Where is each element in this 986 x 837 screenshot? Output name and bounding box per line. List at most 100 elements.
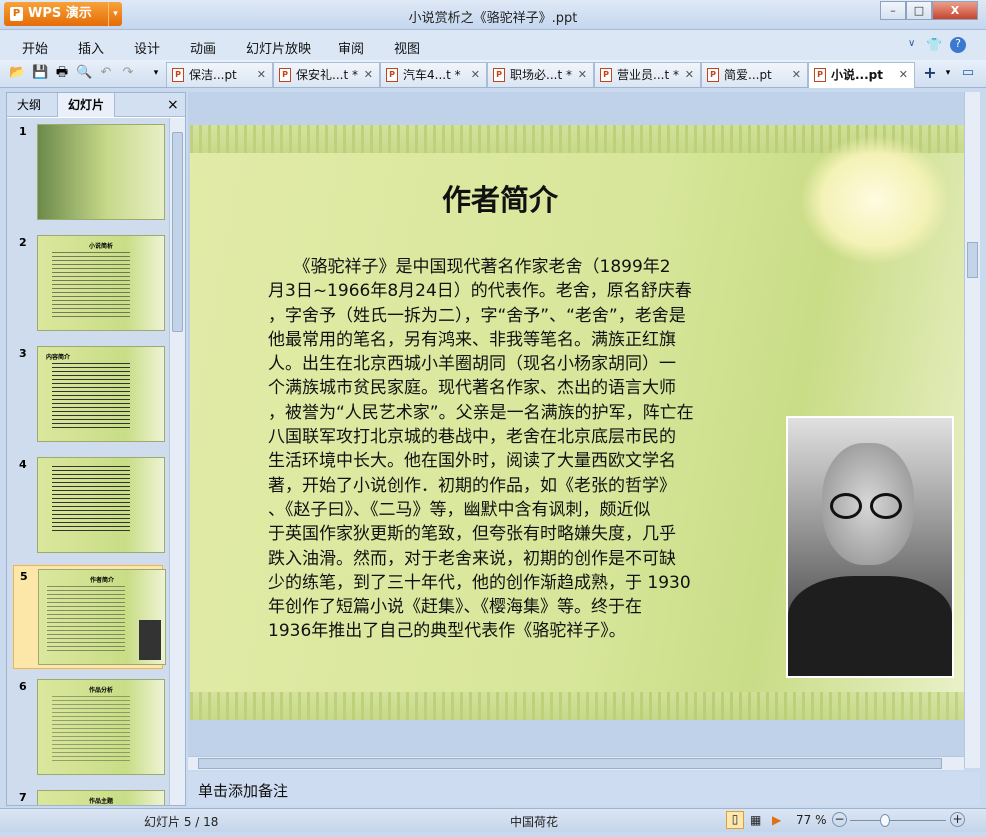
menu-view[interactable]: 视图: [394, 38, 420, 57]
slideshow-icon[interactable]: ▶: [772, 813, 781, 827]
new-tab-icon[interactable]: +: [922, 65, 938, 81]
slide-number: 3: [19, 347, 27, 360]
body-line: 少的练笔，到了三十年代，他的创作渐趋成熟，于 1930: [268, 572, 691, 593]
body-line: 著，开始了小说创作．初期的作品，如《老张的哲学》: [268, 475, 676, 496]
tab-label: 小说...pt: [831, 68, 884, 82]
slide-body-text[interactable]: 《骆驼祥子》是中国现代著名作家老舍（1899年2 月3日~1966年8月24日）…: [268, 255, 738, 644]
zoom-level: 77 %: [796, 813, 827, 827]
doc-tab[interactable]: P 职场必...t * ✕: [487, 62, 594, 87]
collapse-ribbon-icon[interactable]: ∨: [908, 38, 915, 49]
status-bar: 幻灯片 5 / 18 中国荷花 ▯ ▦ ▶ 77 % − +: [0, 808, 986, 832]
close-tab-icon[interactable]: ✕: [471, 63, 480, 87]
ppt-file-icon: P: [279, 68, 291, 82]
menu-home[interactable]: 开始: [22, 38, 48, 57]
minimize-button[interactable]: –: [880, 1, 906, 20]
body-line: 1936年推出了自己的典型代表作《骆驼祥子》。: [268, 621, 626, 642]
ppt-file-icon: P: [707, 68, 719, 82]
close-tab-icon[interactable]: ✕: [257, 63, 266, 87]
slide-thumbnails: 1 2 小说简析 3 内容简介 4 5 作者简介 6 作品分析 7 作品主题: [7, 118, 169, 805]
window-layout-icon[interactable]: ▭: [960, 65, 976, 81]
lotus-flower-image: [800, 135, 950, 265]
help-icon[interactable]: ?: [950, 37, 966, 53]
notes-pane[interactable]: 单击添加备注: [188, 772, 980, 806]
zoom-slider-thumb[interactable]: [880, 814, 890, 827]
maximize-button[interactable]: □: [906, 1, 932, 20]
tab-label: 汽车4...t *: [403, 68, 461, 82]
slide-number: 2: [19, 236, 27, 249]
body-line: 八国联军攻打北京城的巷战中，老舍在北京底层市民的: [268, 427, 676, 448]
slide-thumbnail[interactable]: 3 内容简介: [13, 343, 165, 447]
skin-icon[interactable]: 👕: [926, 38, 942, 53]
ppt-file-icon: P: [600, 68, 612, 82]
slide-number: 1: [19, 125, 27, 138]
normal-view-icon[interactable]: ▯: [726, 811, 744, 829]
close-tab-icon[interactable]: ✕: [685, 63, 694, 87]
doc-tab[interactable]: P 汽车4...t * ✕: [380, 62, 487, 87]
zoom-slider[interactable]: [850, 820, 946, 821]
tab-outline[interactable]: 大纲: [7, 93, 51, 117]
redo-icon[interactable]: ↷: [120, 65, 136, 81]
doc-tab[interactable]: P 保洁...pt ✕: [166, 62, 273, 87]
body-line: 、《赵子曰》、《二马》等，幽默中含有讽刺，颇近似: [268, 499, 651, 520]
menu-animation[interactable]: 动画: [190, 38, 216, 57]
body-line: 年创作了短篇小说《赶集》、《樱海集》等。终于在: [268, 597, 642, 618]
tab-slides[interactable]: 幻灯片: [57, 93, 116, 117]
slide-counter: 幻灯片 5 / 18: [144, 815, 219, 829]
close-tab-icon[interactable]: ✕: [899, 63, 908, 87]
zoom-in-button[interactable]: +: [950, 812, 965, 827]
slide-number: 7: [19, 791, 27, 804]
body-line: 人。出生在北京西城小羊圈胡同（现名小杨家胡同）一: [268, 354, 676, 375]
menu-slideshow[interactable]: 幻灯片放映: [246, 38, 311, 57]
slide-thumbnail[interactable]: 7 作品主题: [13, 787, 165, 805]
window-title: 小说赏析之《骆驼祥子》.ppt: [408, 11, 578, 26]
title-bar: P WPS 演示 ▾ 小说赏析之《骆驼祥子》.ppt – □ X: [0, 0, 986, 30]
slide-thumbnail[interactable]: 4: [13, 454, 165, 558]
slide-title[interactable]: 作者简介: [190, 177, 810, 219]
thumb-title: 作品主题: [88, 798, 113, 805]
doc-tab[interactable]: P 营业员...t * ✕: [594, 62, 701, 87]
zoom-out-button[interactable]: −: [832, 812, 847, 827]
menu-bar: 开始 插入 设计 动画 幻灯片放映 审阅 视图 ∨ 👕 ?: [0, 30, 986, 60]
theme-name: 中国荷花: [510, 815, 559, 829]
print-icon[interactable]: 🖶: [54, 65, 70, 81]
close-tab-icon[interactable]: ✕: [578, 63, 587, 87]
slide-thumbnail[interactable]: 2 小说简析: [13, 232, 165, 336]
slide-thumbnail[interactable]: 1: [13, 121, 165, 225]
tab-label: 保洁...pt: [189, 68, 237, 82]
thumb-title: 作者简介: [89, 577, 114, 584]
close-tab-icon[interactable]: ✕: [792, 63, 801, 87]
doc-tab[interactable]: P 保安礼...t * ✕: [273, 62, 380, 87]
vertical-scrollbar[interactable]: [964, 92, 980, 768]
slide-thumbnail[interactable]: 6 作品分析: [13, 676, 165, 780]
new-tab-dropdown-icon[interactable]: ▾: [940, 65, 956, 81]
open-icon[interactable]: 📂: [9, 65, 25, 81]
menu-design[interactable]: 设计: [134, 38, 160, 57]
slide-canvas[interactable]: 作者简介 《骆驼祥子》是中国现代著名作家老舍（1899年2 月3日~1966年8…: [190, 125, 964, 720]
slide-sorter-icon[interactable]: ▦: [750, 813, 761, 827]
doc-tab-active[interactable]: P 小说...pt ✕: [808, 62, 915, 88]
save-icon[interactable]: 💾: [32, 65, 48, 81]
thumbnails-scrollbar[interactable]: [169, 118, 185, 805]
print-preview-icon[interactable]: 🔍: [76, 65, 92, 81]
panel-tabs: 大纲 幻灯片 ×: [7, 93, 185, 117]
undo-icon[interactable]: ↶: [98, 65, 114, 81]
slide-number: 6: [19, 680, 27, 693]
bottom-border-pattern: [190, 692, 964, 720]
toolbar: 📂 💾 🖶 🔍 ↶ ↷ ▾ P 保洁...pt ✕ P 保安礼...t * ✕ P 汽车4…: [0, 60, 986, 88]
body-line: 于英国作家狄更斯的笔致，但夸张有时略嫌失度，几乎: [268, 524, 676, 545]
slide-editor: 作者简介 《骆驼祥子》是中国现代著名作家老舍（1899年2 月3日~1966年8…: [188, 92, 964, 756]
menu-insert[interactable]: 插入: [78, 38, 104, 57]
doc-tab[interactable]: P 简爱...pt ✕: [701, 62, 808, 87]
slide-thumbnail-selected[interactable]: 5 作者简介: [13, 565, 166, 669]
horizontal-scrollbar[interactable]: [188, 756, 964, 770]
close-button[interactable]: X: [932, 1, 978, 20]
ppt-file-icon: P: [386, 68, 398, 82]
slides-panel: 大纲 幻灯片 × 1 2 小说简析 3 内容简介 4 5 作者简介 6 作品分析 7 作品…: [6, 92, 186, 806]
customize-toolbar-icon[interactable]: ▾: [148, 65, 164, 81]
body-line: 他最常用的笔名，另有鸿来、非我等笔名。满族正红旗: [268, 329, 676, 350]
thumb-title: 内容简介: [46, 354, 71, 361]
close-panel-button[interactable]: ×: [163, 93, 183, 117]
author-photo[interactable]: [786, 416, 954, 678]
close-tab-icon[interactable]: ✕: [364, 63, 373, 87]
menu-review[interactable]: 审阅: [338, 38, 364, 57]
